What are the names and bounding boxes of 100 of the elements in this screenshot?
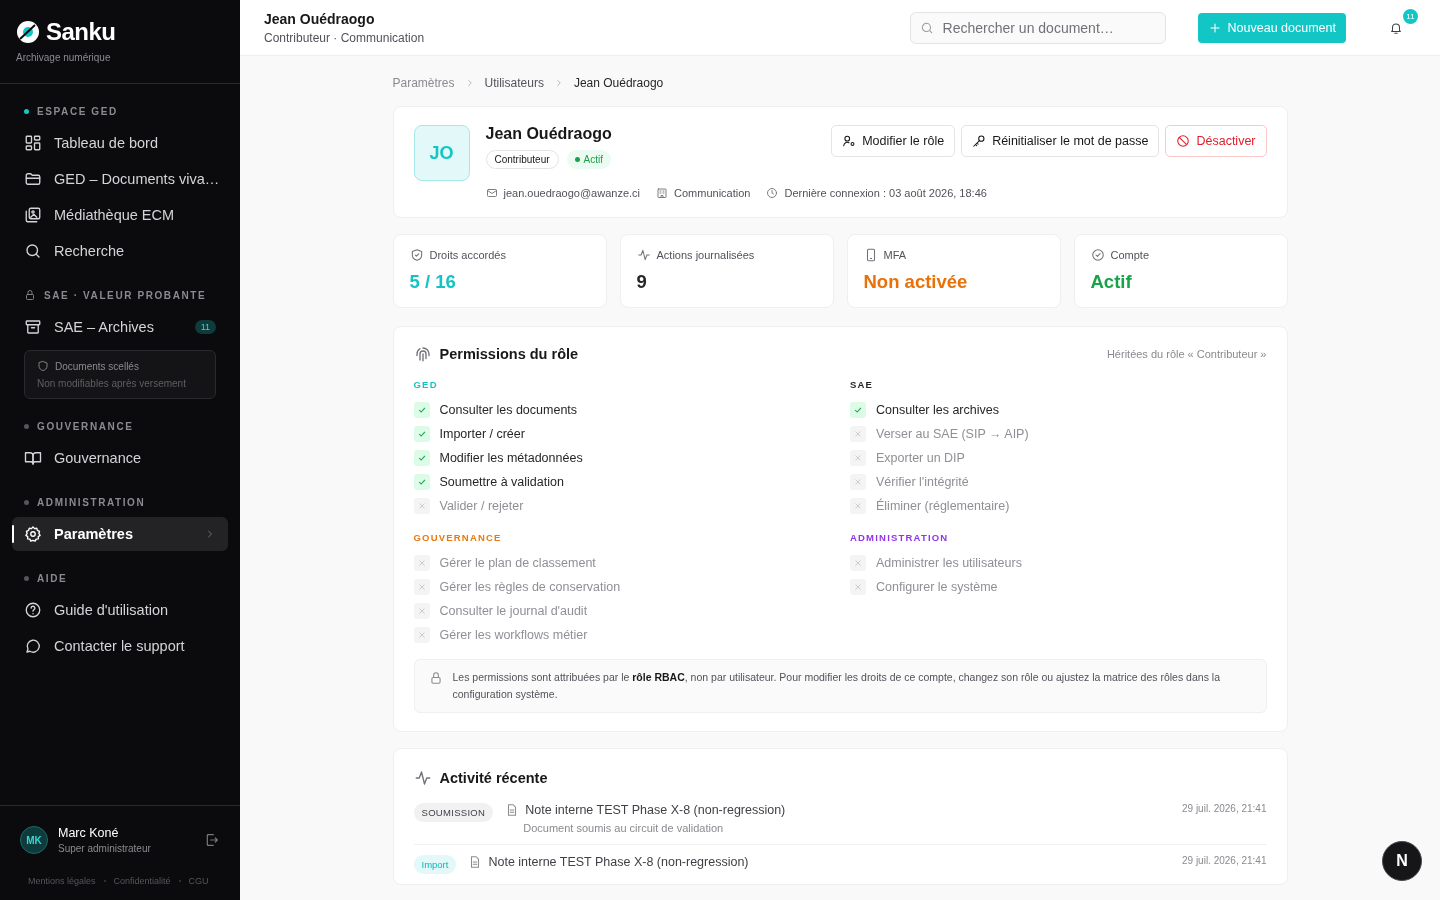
search-icon xyxy=(919,20,934,35)
grid-icon xyxy=(24,134,42,152)
activity-description: Document soumis au circuit de validation xyxy=(523,822,725,834)
activity-time: 29 juil. 2026, 21:41 xyxy=(1182,803,1267,814)
reset-password-button[interactable]: Réinitialiser le mot de passe xyxy=(961,125,1160,157)
check-circle-icon xyxy=(1090,248,1105,262)
permission-label: Gérer le plan de classement xyxy=(439,556,596,570)
activity-tag: SOUMISSION xyxy=(413,803,494,822)
group-title: SAE xyxy=(850,379,875,390)
activity-icon xyxy=(636,248,651,262)
lock-icon xyxy=(428,671,443,685)
search-icon xyxy=(24,242,42,260)
nav-item[interactable]: SAE – Archives 11 xyxy=(12,310,228,344)
search-field[interactable]: Rechercher un document… xyxy=(909,11,1166,44)
permission-label: Exporter un DIP xyxy=(876,451,965,465)
inherited-note: Héritées du rôle « Contributeur » xyxy=(1106,348,1267,360)
group-title: ADMINISTRATION xyxy=(850,532,950,543)
activity-title: Note interne TEST Phase X-8 (non-regression) xyxy=(525,803,786,817)
stat-label: Droits accordés xyxy=(429,249,506,261)
nav-item[interactable]: Gouvernance xyxy=(12,441,228,475)
permission-label: Configurer le système xyxy=(876,580,998,594)
shield-icon xyxy=(37,360,49,372)
stat-value: 5 / 16 xyxy=(409,271,457,293)
count-badge: 11 xyxy=(194,320,216,334)
mail-icon xyxy=(485,187,498,199)
nav-item[interactable]: Paramètres xyxy=(12,517,228,551)
shield-icon xyxy=(409,248,424,262)
edit-role-button[interactable]: Modifier le rôle xyxy=(831,125,956,157)
brand-name: Sanku xyxy=(46,18,116,46)
breadcrumb-item: Jean Ouédraogo xyxy=(573,76,664,90)
nav-item[interactable]: Médiathèque ECM xyxy=(12,198,228,232)
permission-label: Consulter le journal d'audit xyxy=(439,604,588,618)
activity-tag: Import xyxy=(413,855,457,874)
permission-label: Gérer les workflows métier xyxy=(439,628,588,642)
permission-label: Consulter les archives xyxy=(876,403,999,417)
archive-icon xyxy=(24,318,42,336)
activity-icon xyxy=(413,769,432,787)
permission-label: Éliminer (réglementaire) xyxy=(876,499,1010,513)
stat-value: Non activée xyxy=(863,271,969,293)
logout-icon xyxy=(204,832,220,848)
section-title: SAE · VALEUR PROBANTE xyxy=(44,289,207,301)
folder-icon xyxy=(24,170,42,188)
user-name: Jean Ouédraogo xyxy=(485,125,612,143)
permission-label: Importer / créer xyxy=(439,427,525,441)
notification-badge: 11 xyxy=(1403,8,1418,24)
settings-icon xyxy=(24,525,42,543)
user-department: Communication xyxy=(674,187,751,199)
nav-item[interactable]: Recherche xyxy=(12,234,228,268)
stat-value: Actif xyxy=(1090,271,1133,293)
info-text: Les permissions sont attribuées par le rôle RBAC, non par utilisateur. Pour modifier les droits de ce compte, changez son rôle ou ajustez la matrice des rôles dans la configuration système. xyxy=(452,670,1221,702)
card-title: Activité récente xyxy=(439,770,548,786)
nav-item[interactable]: Tableau de bord xyxy=(12,126,228,160)
stat-label: MFA xyxy=(883,249,907,261)
user-email: jean.ouedraogo@awanze.ci xyxy=(503,187,641,199)
group-title: GED xyxy=(413,379,439,390)
permission-label: Valider / rejeter xyxy=(439,499,524,513)
status-pill: Actif xyxy=(566,150,611,169)
nav-item[interactable]: GED – Documents viva… xyxy=(12,162,228,196)
nav-item[interactable]: Contacter le support xyxy=(12,629,228,663)
bell-icon xyxy=(1389,20,1403,35)
nav-item[interactable]: Guide d'utilisation xyxy=(12,593,228,627)
stat-label: Compte xyxy=(1110,249,1150,261)
user-avatar: JO xyxy=(413,125,470,181)
section-title: GOUVERNANCE xyxy=(37,420,134,432)
notice-text: Non modifiables après versement xyxy=(37,378,187,389)
permission-label: Administrer les utilisateurs xyxy=(876,556,1022,570)
key-icon xyxy=(972,134,987,148)
book-icon xyxy=(24,449,42,467)
plus-icon xyxy=(1207,20,1222,35)
ban-icon xyxy=(1176,134,1191,148)
stat-label: Actions journalisées xyxy=(656,249,755,261)
activity-title: Note interne TEST Phase X-8 (non-regression) xyxy=(488,855,749,869)
card-title: Permissions du rôle xyxy=(439,346,579,362)
clock-icon xyxy=(766,187,779,199)
group-title: GOUVERNANCE xyxy=(413,532,503,543)
user-role: Super administrateur xyxy=(58,843,152,854)
deactivate-button[interactable]: Désactiver xyxy=(1165,125,1267,157)
section-title: ADMINISTRATION xyxy=(37,496,146,508)
brand-tagline: Archivage numérique xyxy=(16,52,112,63)
user-avatar: MK xyxy=(20,826,48,854)
permission-label: Soumettre à validation xyxy=(439,475,564,489)
images-icon xyxy=(24,206,42,224)
permission-label: Verser au SAE (SIP → AIP) xyxy=(876,427,1029,441)
chat-icon xyxy=(24,637,42,655)
user-name: Marc Koné xyxy=(58,826,120,840)
building-icon xyxy=(656,187,669,199)
help-icon xyxy=(24,601,42,619)
section-title: AIDE xyxy=(37,572,68,584)
activity-time: 29 juil. 2026, 21:41 xyxy=(1182,855,1267,866)
last-login: Dernière connexion : 03 août 2026, 18:46 xyxy=(784,187,987,199)
stat-value: 9 xyxy=(636,271,648,293)
dev-tools-button[interactable]: N xyxy=(1382,841,1422,881)
permission-label: Modifier les métadonnées xyxy=(439,451,583,465)
lock-icon xyxy=(24,289,36,301)
permission-label: Gérer les règles de conservation xyxy=(439,580,621,594)
page-title: Jean Ouédraogo xyxy=(264,10,376,27)
breadcrumb-item[interactable]: Utilisateurs xyxy=(484,76,544,90)
notice-title: Documents scellés xyxy=(55,360,139,372)
section-title: ESPACE GED xyxy=(37,105,118,117)
permission-label: Consulter les documents xyxy=(439,403,578,417)
